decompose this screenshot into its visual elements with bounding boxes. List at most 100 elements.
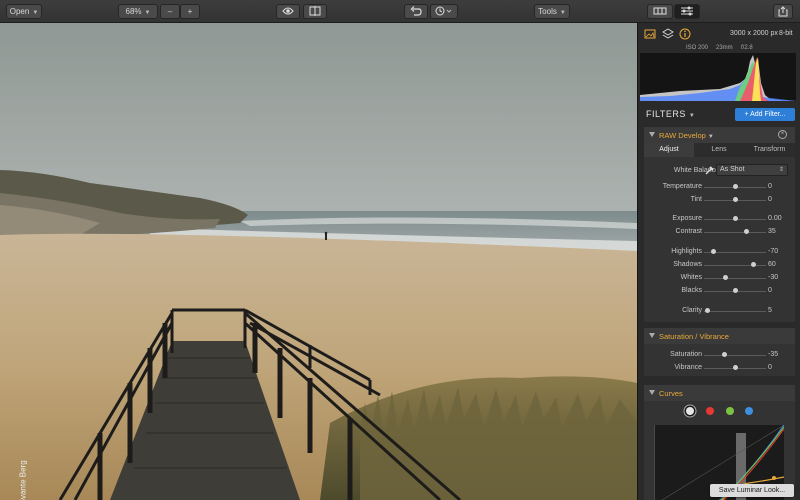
slider-handle[interactable] — [732, 197, 738, 202]
curve-channel-red[interactable] — [706, 407, 714, 415]
photo-credit: © Svante Berg — [18, 460, 28, 500]
slider-value: -70 — [768, 248, 779, 255]
preview-toggle-button[interactable] — [276, 4, 300, 19]
focal-length: 23mm — [716, 45, 733, 51]
raw-slider-row: Exposure 0.00 — [644, 213, 795, 225]
tab-transform[interactable]: Transform — [744, 143, 795, 157]
filters-header: FILTERS ▼ + Add Filter... — [638, 105, 800, 125]
info-icon[interactable] — [679, 28, 691, 40]
slider-track[interactable] — [704, 311, 766, 312]
slider-handle[interactable] — [723, 275, 729, 280]
slider-handle[interactable] — [743, 229, 749, 234]
tab-adjust[interactable]: Adjust — [644, 143, 694, 157]
aperture-value: f/2.8 — [741, 45, 753, 51]
raw-slider-row: Clarity 5 — [644, 305, 795, 317]
compare-button[interactable] — [303, 4, 327, 19]
slider-handle[interactable] — [710, 249, 716, 254]
slider-track[interactable] — [704, 355, 766, 356]
slider-value: 35 — [768, 228, 776, 235]
slider-label: Temperature — [662, 183, 702, 190]
slider-label: Shadows — [673, 261, 702, 268]
zoom-out-button[interactable]: – — [160, 4, 180, 19]
filters-title: FILTERS — [646, 109, 686, 119]
slider-label: Vibrance — [674, 364, 702, 371]
saturation-vibrance-title: Saturation / Vibrance — [659, 332, 729, 341]
undo-icon — [410, 6, 422, 16]
raw-develop-title: RAW Develop ▼ — [659, 131, 714, 140]
layers-icon[interactable] — [662, 28, 674, 40]
slider-label: Clarity — [682, 307, 702, 314]
collapse-triangle-icon[interactable] — [649, 390, 655, 395]
share-button[interactable] — [773, 4, 793, 19]
raw-slider-row: Highlights -70 — [644, 246, 795, 258]
history-button[interactable] — [430, 4, 458, 19]
filmstrip-icon — [653, 7, 667, 15]
slider-label: Tint — [690, 196, 702, 203]
curve-channel-rgb[interactable] — [686, 407, 694, 415]
open-label: Open — [9, 7, 30, 16]
raw-slider-row: Shadows 60 — [644, 259, 795, 271]
chevron-down-icon: ▼ — [688, 113, 696, 119]
curves-header[interactable]: Curves — [644, 385, 795, 401]
undo-button[interactable] — [404, 4, 428, 19]
save-luminar-look-button[interactable]: Save Luminar Look... — [710, 484, 794, 497]
minus-icon: – — [167, 7, 173, 16]
raw-develop-header[interactable]: RAW Develop ▼ × — [644, 127, 795, 143]
collapse-triangle-icon[interactable] — [649, 132, 655, 137]
slider-handle[interactable] — [704, 308, 710, 313]
iso-value: ISO 200 — [686, 45, 709, 51]
slider-handle[interactable] — [732, 184, 738, 189]
raw-slider-row: Whites -30 — [644, 272, 795, 284]
curve-channel-blue[interactable] — [745, 407, 753, 415]
slider-value: 0 — [768, 287, 772, 294]
share-icon — [778, 6, 788, 17]
zoom-value: 68% — [125, 7, 142, 16]
slider-handle[interactable] — [732, 216, 738, 221]
image-info-icon[interactable] — [644, 28, 656, 40]
slider-label: Blacks — [681, 287, 702, 294]
saturation-vibrance-header[interactable]: Saturation / Vibrance — [644, 328, 795, 344]
slider-label: Highlights — [671, 248, 702, 255]
slider-value: 0 — [768, 364, 772, 371]
add-filter-button[interactable]: + Add Filter... — [735, 108, 795, 121]
saturation-vibrance-section: Saturation / Vibrance Saturation -35 Vibra… — [644, 328, 795, 376]
sliders-icon — [681, 6, 693, 16]
raw-develop-section: RAW Develop ▼ × Adjust Lens Transform Wh… — [644, 127, 795, 322]
filmstrip-toggle-button[interactable] — [647, 4, 673, 19]
tools-menu-button[interactable]: Tools ▼ — [534, 4, 570, 19]
close-filter-icon[interactable]: × — [778, 130, 787, 139]
zoom-in-button[interactable]: + — [180, 4, 200, 19]
eyedropper-icon[interactable] — [704, 165, 714, 176]
slider-handle[interactable] — [732, 365, 738, 370]
chevron-down-icon: ▼ — [32, 10, 39, 16]
slider-track[interactable] — [704, 278, 766, 279]
open-button[interactable]: Open ▼ — [6, 4, 42, 19]
white-balance-value: As Shot — [720, 166, 745, 173]
slider-label: Whites — [680, 274, 702, 281]
slider-label: Contrast — [675, 228, 702, 235]
tab-lens[interactable]: Lens — [694, 143, 744, 157]
app-window: Open ▼ 68% ▼ – + Tools ▼ © Svante Berg 3… — [0, 0, 800, 500]
slider-handle[interactable] — [751, 262, 757, 267]
slider-handle[interactable] — [732, 288, 738, 293]
raw-slider-row: Temperature 0 — [644, 181, 795, 193]
filters-menu-button[interactable]: FILTERS ▼ — [646, 109, 695, 119]
slider-value: 5 — [768, 307, 772, 314]
photo-canvas[interactable]: © Svante Berg — [0, 23, 637, 500]
raw-slider-row: Tint 0 — [644, 194, 795, 206]
filters-panel: 3000 x 2000 px 8-bit ISO 200 23mm f/2.8 … — [637, 23, 800, 500]
bit-depth: 8-bit — [779, 30, 793, 37]
slider-track[interactable] — [704, 265, 766, 266]
collapse-triangle-icon[interactable] — [649, 333, 655, 338]
curve-channel-green[interactable] — [726, 407, 734, 415]
slider-handle[interactable] — [721, 352, 727, 357]
histogram — [640, 53, 796, 101]
plus-icon: + — [187, 7, 193, 16]
raw-develop-tabs: Adjust Lens Transform — [644, 143, 795, 157]
updown-chevron-icon: ⇕ — [778, 167, 784, 173]
zoom-select[interactable]: 68% ▼ — [118, 4, 158, 19]
white-balance-select[interactable]: As Shot ⇕ — [716, 164, 788, 176]
filters-panel-toggle-button[interactable] — [674, 4, 700, 19]
slider-track[interactable] — [704, 232, 766, 233]
split-view-icon — [309, 6, 321, 16]
